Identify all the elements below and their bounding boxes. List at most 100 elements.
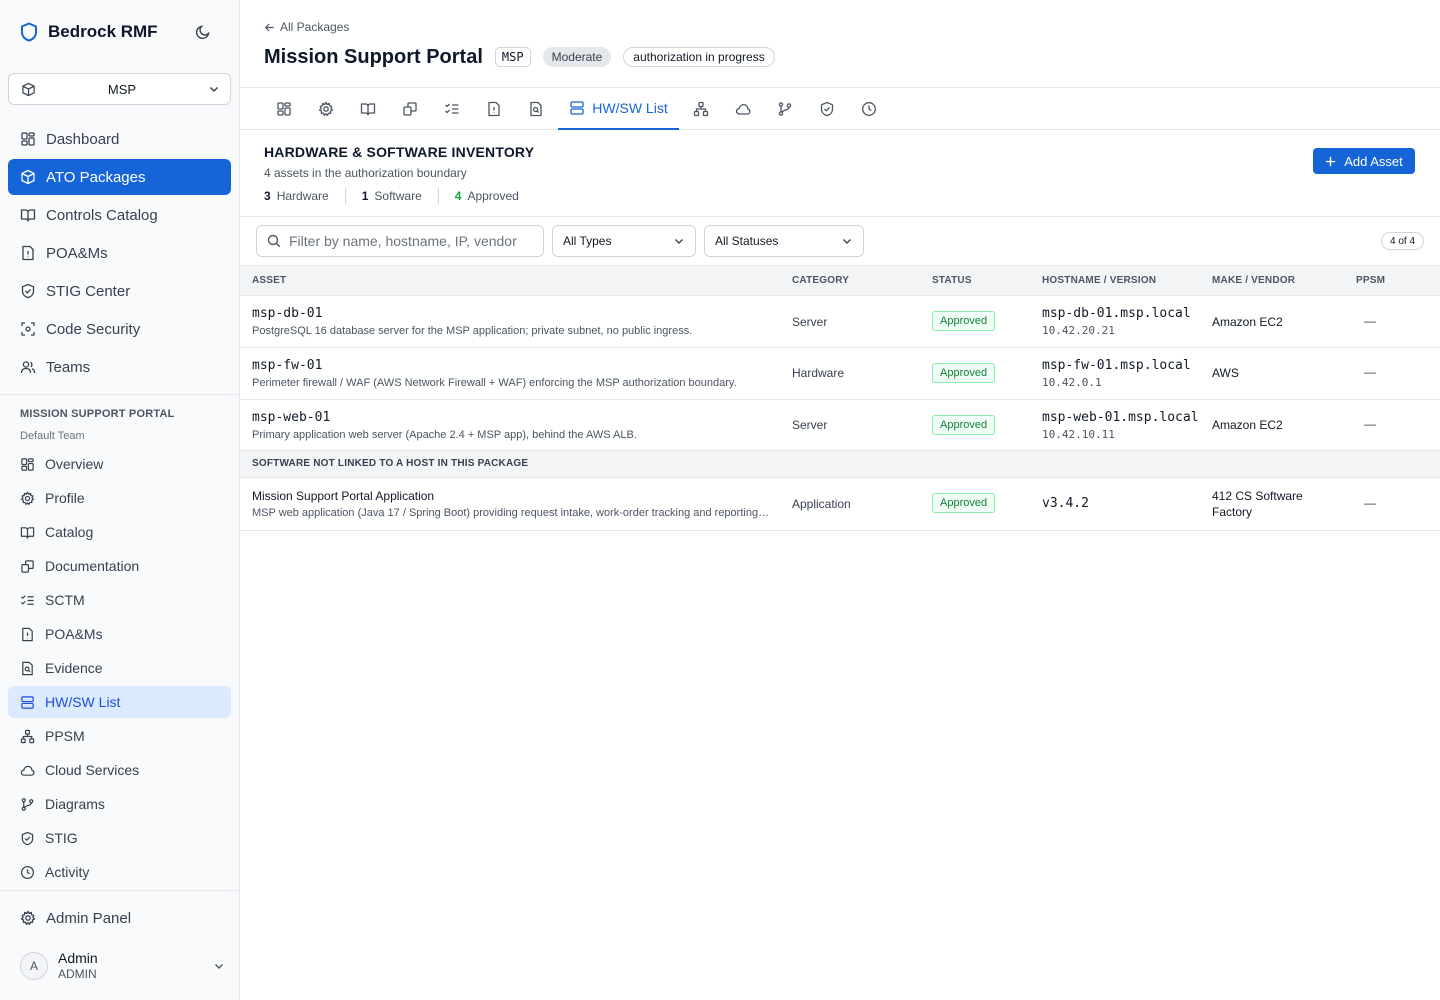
tab-activity[interactable]: [857, 88, 881, 130]
stat-hardware-label: Hardware: [276, 189, 329, 203]
subnav-ppsm[interactable]: PPSM: [8, 720, 231, 752]
col-status[interactable]: STATUS: [932, 275, 972, 286]
file-search-icon: [20, 661, 35, 676]
theme-toggle-button[interactable]: [192, 21, 214, 43]
package-nav: Overview Profile Catalog Documentation S…: [8, 448, 231, 890]
subnav-sctm[interactable]: SCTM: [8, 584, 231, 616]
asset-vendor: AWS: [1212, 366, 1239, 380]
admin-panel-link[interactable]: Admin Panel: [8, 901, 231, 935]
tab-stig[interactable]: [815, 88, 839, 130]
status-badge: Approved: [932, 493, 996, 513]
subnav-label: SCTM: [45, 592, 85, 608]
nav-label: Dashboard: [46, 130, 120, 148]
status-badge: Approved: [932, 311, 996, 331]
stat-divider: [437, 188, 439, 204]
gear-icon: [20, 490, 35, 506]
package-select[interactable]: MSP: [8, 73, 231, 105]
type-filter-select[interactable]: All Types: [552, 225, 696, 257]
user-menu[interactable]: A Admin ADMIN: [20, 948, 225, 984]
search-input[interactable]: [289, 233, 529, 249]
subnav-poams[interactable]: POA&Ms: [8, 618, 231, 650]
status-badge: Approved: [932, 415, 996, 435]
subnav-label: Documentation: [45, 558, 140, 574]
nav-code-security[interactable]: Code Security: [8, 311, 231, 347]
stat-software: 1 Software: [362, 189, 422, 203]
subnav-hwsw-list[interactable]: HW/SW List: [8, 686, 231, 718]
tab-cloud-services[interactable]: [731, 88, 755, 130]
subnav-label: POA&Ms: [45, 626, 103, 642]
asset-vendor: Amazon EC2: [1212, 418, 1283, 432]
col-ppsm[interactable]: PPSM: [1356, 275, 1385, 286]
brand[interactable]: Bedrock RMF: [20, 20, 158, 44]
col-asset[interactable]: ASSET: [252, 275, 286, 286]
tab-ppsm[interactable]: [689, 88, 713, 130]
add-asset-button[interactable]: Add Asset: [1313, 148, 1415, 174]
back-link[interactable]: All Packages: [264, 20, 349, 34]
asset-name[interactable]: msp-web-01: [252, 410, 772, 425]
table-row[interactable]: msp-fw-01 Perimeter firewall / WAF (AWS …: [240, 348, 1440, 400]
subnav-label: PPSM: [45, 728, 85, 744]
nav-stig-center[interactable]: STIG Center: [8, 273, 231, 309]
tab-overview[interactable]: [272, 88, 296, 130]
tab-hwsw-list[interactable]: HW/SW List: [558, 88, 679, 130]
subnav-overview[interactable]: Overview: [8, 448, 231, 480]
nav-dashboard[interactable]: Dashboard: [8, 121, 231, 157]
asset-ppsm: —: [1364, 496, 1376, 510]
asset-ppsm: —: [1364, 365, 1376, 379]
asset-category: Server: [792, 315, 828, 329]
alert-file-icon: [486, 101, 502, 117]
file-search-icon: [528, 101, 544, 117]
table-row[interactable]: msp-web-01 Primary application web serve…: [240, 400, 1440, 451]
col-hostname[interactable]: HOSTNAME / VERSION: [1042, 275, 1156, 286]
result-count-badge: 4 of 4: [1381, 232, 1425, 250]
asset-hostname: msp-fw-01.msp.local: [1042, 358, 1191, 373]
asset-ip: 10.42.20.21: [1042, 324, 1115, 337]
subnav-label: Cloud Services: [45, 762, 140, 778]
subnav-documentation[interactable]: Documentation: [8, 550, 231, 582]
asset-name[interactable]: Mission Support Portal Application: [252, 489, 772, 503]
nav-ato-packages[interactable]: ATO Packages: [8, 159, 231, 195]
table-row[interactable]: Mission Support Portal Application MSP w…: [240, 478, 1440, 531]
asset-description: MSP web application (Java 17 / Spring Bo…: [252, 507, 772, 519]
nav-teams[interactable]: Teams: [8, 349, 231, 385]
table-row[interactable]: msp-db-01 PostgreSQL 16 database server …: [240, 296, 1440, 348]
subnav-catalog[interactable]: Catalog: [8, 516, 231, 548]
tab-documentation[interactable]: [398, 88, 422, 130]
main-nav: Dashboard ATO Packages Controls Catalog …: [8, 121, 231, 387]
alert-file-icon: [20, 245, 36, 261]
nav-controls-catalog[interactable]: Controls Catalog: [8, 197, 231, 233]
asset-name[interactable]: msp-fw-01: [252, 358, 772, 373]
status-filter-select[interactable]: All Statuses: [704, 225, 864, 257]
subnav-diagrams[interactable]: Diagrams: [8, 788, 231, 820]
nav-label: STIG Center: [46, 282, 131, 300]
tab-evidence[interactable]: [524, 88, 548, 130]
subnav-evidence[interactable]: Evidence: [8, 652, 231, 684]
col-vendor[interactable]: MAKE / VENDOR: [1212, 275, 1295, 286]
copy-icon: [402, 101, 418, 117]
asset-name[interactable]: msp-db-01: [252, 306, 772, 321]
tab-catalog[interactable]: [356, 88, 380, 130]
asset-category: Hardware: [792, 366, 845, 380]
subnav-label: Profile: [45, 490, 85, 506]
sidebar-divider: [0, 890, 239, 891]
nav-poams[interactable]: POA&Ms: [8, 235, 231, 271]
tab-diagrams[interactable]: [773, 88, 797, 130]
asset-version: v3.4.2: [1042, 496, 1089, 511]
tab-poams[interactable]: [482, 88, 506, 130]
subnav-activity[interactable]: Activity: [8, 856, 231, 888]
subnav-stig[interactable]: STIG: [8, 822, 231, 854]
nav-label: Controls Catalog: [46, 206, 158, 224]
tab-profile[interactable]: [314, 88, 338, 130]
asset-description: Perimeter firewall / WAF (AWS Network Fi…: [252, 377, 737, 389]
stat-software-label: Software: [374, 189, 422, 203]
stat-hardware-count: 3: [264, 189, 271, 203]
subnav-cloud-services[interactable]: Cloud Services: [8, 754, 231, 786]
subnav-profile[interactable]: Profile: [8, 482, 231, 514]
search-field[interactable]: [256, 225, 544, 257]
book-icon: [20, 525, 35, 540]
checklist-icon: [20, 593, 35, 608]
app-title: Bedrock RMF: [48, 22, 158, 41]
tab-sctm[interactable]: [440, 88, 464, 130]
git-branch-icon: [777, 101, 793, 117]
col-category[interactable]: CATEGORY: [792, 275, 849, 286]
